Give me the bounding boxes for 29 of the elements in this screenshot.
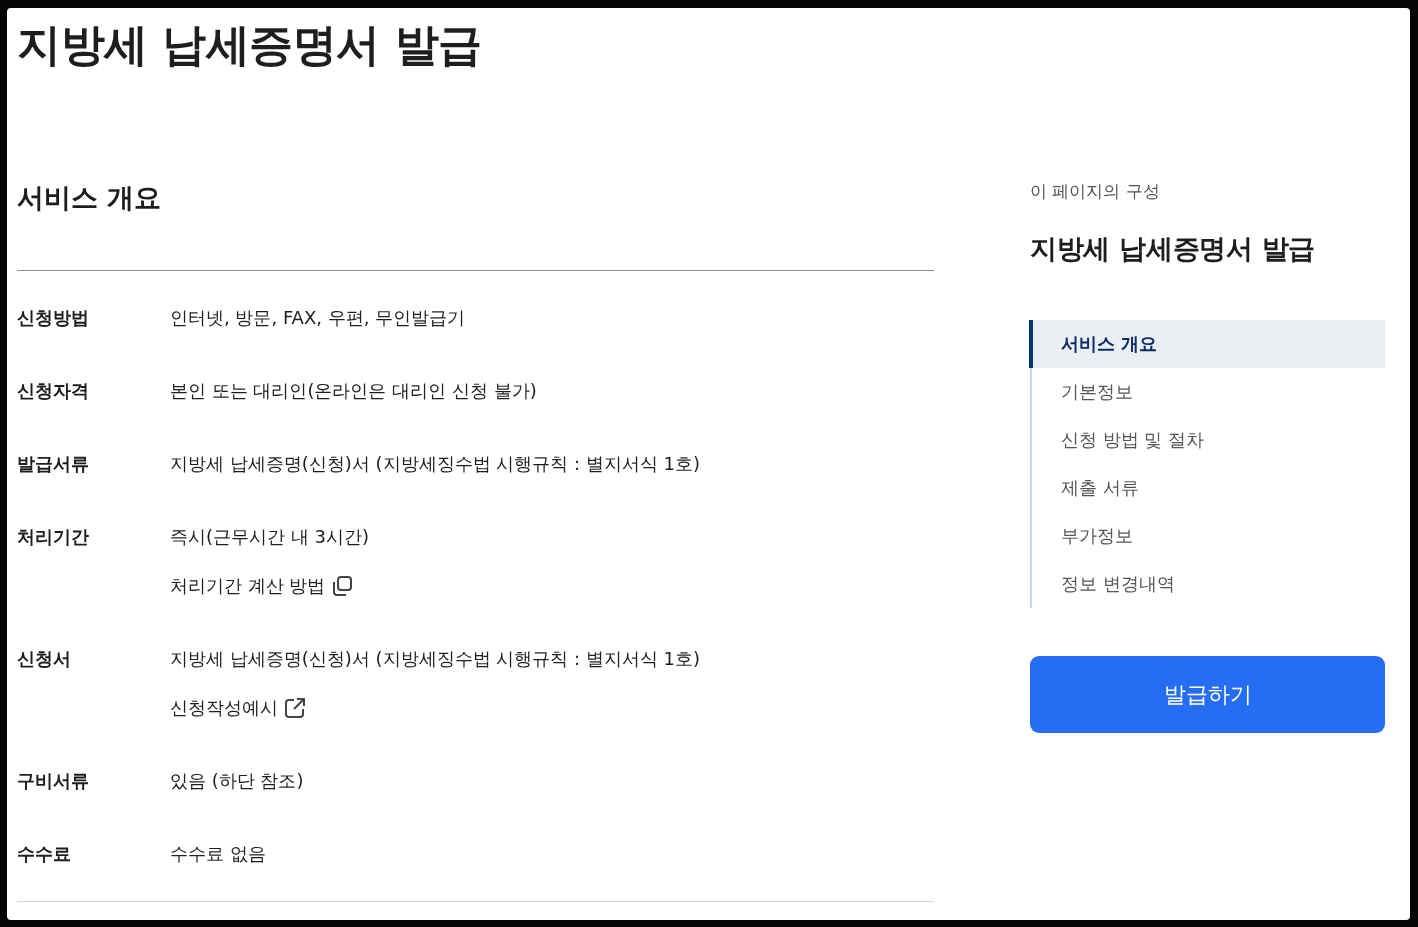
row-label: 처리기간 [17, 525, 90, 549]
row-value: 있음 (하단 참조) [170, 769, 304, 793]
external-link-icon [285, 698, 305, 718]
row-value: 지방세 납세증명(신청)서 (지방세징수법 시행규칙 : 별지서식 1호) [170, 452, 700, 476]
row-value: 지방세 납세증명(신청)서 (지방세징수법 시행규칙 : 별지서식 1호) [170, 647, 700, 671]
row-value: 본인 또는 대리인(온라인은 대리인 신청 불가) [170, 379, 537, 403]
copy-icon [332, 576, 353, 596]
toc-item[interactable]: 기본정보 [1030, 368, 1385, 416]
row-value: 인터넷, 방문, FAX, 우편, 무인발급기 [170, 306, 466, 330]
row-label: 신청자격 [17, 379, 90, 403]
toc-item[interactable]: 제출 서류 [1030, 464, 1385, 512]
row-label: 신청서 [17, 647, 72, 671]
toc-caption: 이 페이지의 구성 [1030, 180, 1160, 203]
row-label: 신청방법 [17, 306, 90, 330]
external-link[interactable]: 신청작성예시 [170, 695, 305, 721]
row-value: 즉시(근무시간 내 3시간) [170, 525, 369, 549]
row-label: 발급서류 [17, 452, 90, 476]
toc-item[interactable]: 신청 방법 및 절차 [1030, 416, 1385, 464]
toc-item[interactable]: 서비스 개요 [1029, 320, 1385, 368]
toc-item[interactable]: 부가정보 [1030, 512, 1385, 560]
popup-link[interactable]: 처리기간 계산 방법 [170, 573, 353, 599]
row-value: 수수료 없음 [170, 842, 266, 866]
toc-title: 지방세 납세증명서 발급 [1030, 232, 1316, 266]
section-heading: 서비스 개요 [17, 181, 162, 215]
page-title: 지방세 납세증명서 발급 [17, 18, 482, 72]
toc-item[interactable]: 정보 변경내역 [1030, 560, 1385, 608]
row-label: 수수료 [17, 842, 72, 866]
row-label: 구비서류 [17, 769, 90, 793]
issue-button[interactable]: 발급하기 [1030, 656, 1385, 733]
